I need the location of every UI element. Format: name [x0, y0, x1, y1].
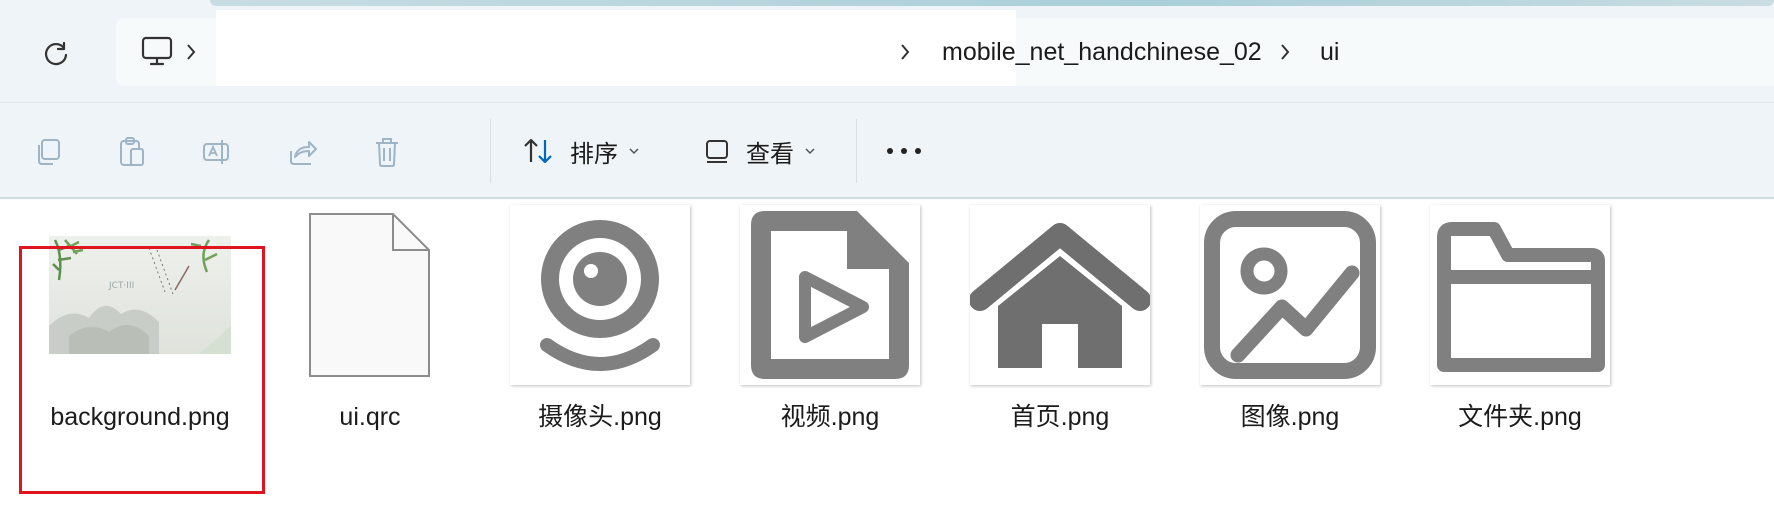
refresh-button[interactable]: [34, 36, 78, 72]
toolbar-divider: [490, 119, 491, 183]
share-button[interactable]: [283, 132, 323, 172]
command-bar: 排序 查看: [0, 103, 1774, 199]
file-grid: JCT·III background.png ui.qrc 摄像头.png 视频…: [0, 199, 1774, 529]
selection-highlight: [19, 246, 265, 494]
breadcrumb-current-folder[interactable]: ui: [1320, 38, 1339, 67]
image-icon: [1204, 211, 1376, 379]
breadcrumb-folder[interactable]: mobile_net_handchinese_02: [942, 38, 1262, 67]
view-button[interactable]: 查看: [704, 129, 816, 173]
file-name: 首页.png: [1010, 403, 1110, 431]
file-item[interactable]: 视频.png: [730, 205, 930, 469]
toolbar-divider: [856, 119, 857, 183]
folder-icon: [1437, 222, 1605, 372]
file-item[interactable]: 首页.png: [960, 205, 1160, 469]
copy-button[interactable]: [28, 132, 68, 172]
file-item[interactable]: 图像.png: [1190, 205, 1390, 469]
address-box[interactable]: mobile_net_handchinese_02 ui: [116, 10, 1774, 86]
sort-button[interactable]: 排序: [522, 129, 640, 173]
address-obscured-region: [216, 10, 1016, 86]
webcam-icon: [540, 220, 660, 371]
file-name: 文件夹.png: [1458, 403, 1582, 431]
more-options-button[interactable]: [884, 129, 924, 173]
chevron-down-icon: [629, 148, 639, 155]
window-accent: [210, 0, 1774, 6]
trash-icon: [376, 138, 398, 167]
delete-button[interactable]: [367, 132, 407, 172]
file-item[interactable]: ui.qrc: [270, 209, 470, 469]
breadcrumb-chevron-icon[interactable]: [898, 42, 912, 62]
paste-icon: [120, 137, 144, 166]
paste-button[interactable]: [112, 132, 152, 172]
more-icon: [887, 148, 921, 154]
this-pc-icon[interactable]: [140, 36, 174, 68]
video-file-icon: [751, 211, 909, 379]
rename-icon: [203, 140, 229, 164]
home-icon: [970, 223, 1150, 368]
refresh-icon: [44, 41, 68, 66]
view-layout-icon: [706, 140, 728, 163]
view-label: 查看: [746, 140, 794, 168]
file-name: 图像.png: [1240, 403, 1340, 431]
address-bar-area: mobile_net_handchinese_02 ui: [0, 0, 1774, 103]
file-item[interactable]: 摄像头.png: [500, 205, 700, 469]
share-icon: [290, 141, 317, 165]
copy-icon: [38, 139, 60, 165]
chevron-down-icon: [805, 148, 815, 155]
sort-icon: [524, 138, 552, 164]
file-item[interactable]: 文件夹.png: [1420, 205, 1620, 469]
file-name: 摄像头.png: [538, 403, 662, 431]
breadcrumb-chevron-icon[interactable]: [1278, 42, 1292, 62]
rename-button[interactable]: [197, 132, 237, 172]
file-name: ui.qrc: [339, 403, 401, 431]
file-name: 视频.png: [780, 403, 880, 431]
blank-file-icon: [309, 213, 430, 377]
sort-label: 排序: [570, 140, 618, 168]
breadcrumb-chevron-icon[interactable]: [184, 42, 198, 62]
